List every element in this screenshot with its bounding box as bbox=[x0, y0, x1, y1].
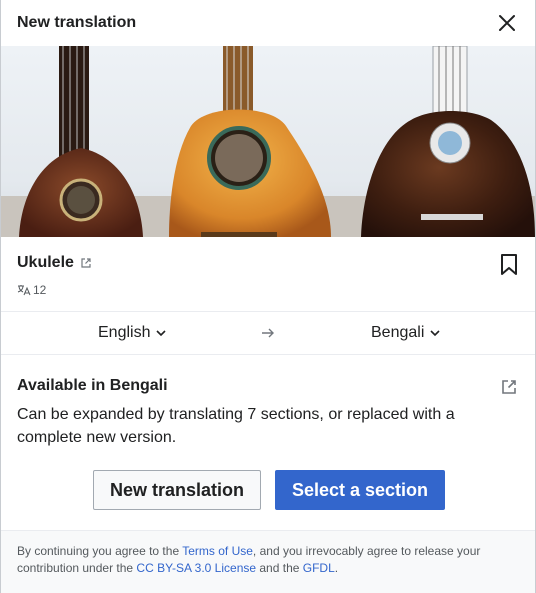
availability-description: Can be expanded by translating 7 section… bbox=[17, 406, 455, 446]
language-icon bbox=[17, 285, 31, 296]
close-button[interactable] bbox=[495, 11, 519, 35]
footer-text: . bbox=[334, 561, 339, 575]
language-count: 12 bbox=[17, 283, 519, 297]
language-count-value: 12 bbox=[33, 283, 47, 297]
chevron-down-icon bbox=[430, 329, 440, 336]
availability-section: Available in Bengali Can be expanded by … bbox=[1, 355, 535, 507]
bookmark-icon[interactable] bbox=[499, 254, 519, 276]
close-icon bbox=[499, 15, 515, 31]
gfdl-link[interactable]: GFDL bbox=[303, 561, 335, 575]
target-language-selector[interactable]: Bengali bbox=[371, 324, 440, 342]
article-title[interactable]: Ukulele bbox=[17, 254, 74, 272]
source-language-label: English bbox=[98, 324, 151, 341]
terms-of-use-link[interactable]: Terms of Use bbox=[182, 544, 253, 558]
new-translation-button[interactable]: New translation bbox=[93, 470, 261, 510]
external-link-icon[interactable] bbox=[501, 379, 517, 395]
dialog-header: New translation bbox=[1, 0, 535, 46]
language-selector-bar: English Bengali bbox=[1, 311, 535, 355]
cc-license-link[interactable]: CC BY-SA 3.0 License bbox=[136, 561, 256, 575]
article-image bbox=[1, 46, 535, 237]
external-link-icon[interactable] bbox=[80, 257, 92, 269]
footer-text: By continuing you agree to the bbox=[17, 544, 183, 558]
dialog-title: New translation bbox=[17, 14, 137, 31]
arrow-right-icon bbox=[262, 328, 274, 338]
article-title-row: Ukulele bbox=[17, 254, 519, 272]
select-section-button[interactable]: Select a section bbox=[275, 470, 445, 510]
license-footer: By continuing you agree to the Terms of … bbox=[1, 530, 535, 593]
source-language-selector[interactable]: English bbox=[98, 324, 167, 342]
footer-text: and the bbox=[256, 561, 303, 575]
chevron-down-icon bbox=[156, 329, 167, 336]
new-translation-dialog: New translation Ukulele 12 English Benga… bbox=[0, 0, 536, 593]
availability-heading: Available in Bengali bbox=[17, 377, 168, 394]
article-info: Ukulele 12 bbox=[1, 237, 535, 311]
target-language-label: Bengali bbox=[371, 324, 425, 341]
